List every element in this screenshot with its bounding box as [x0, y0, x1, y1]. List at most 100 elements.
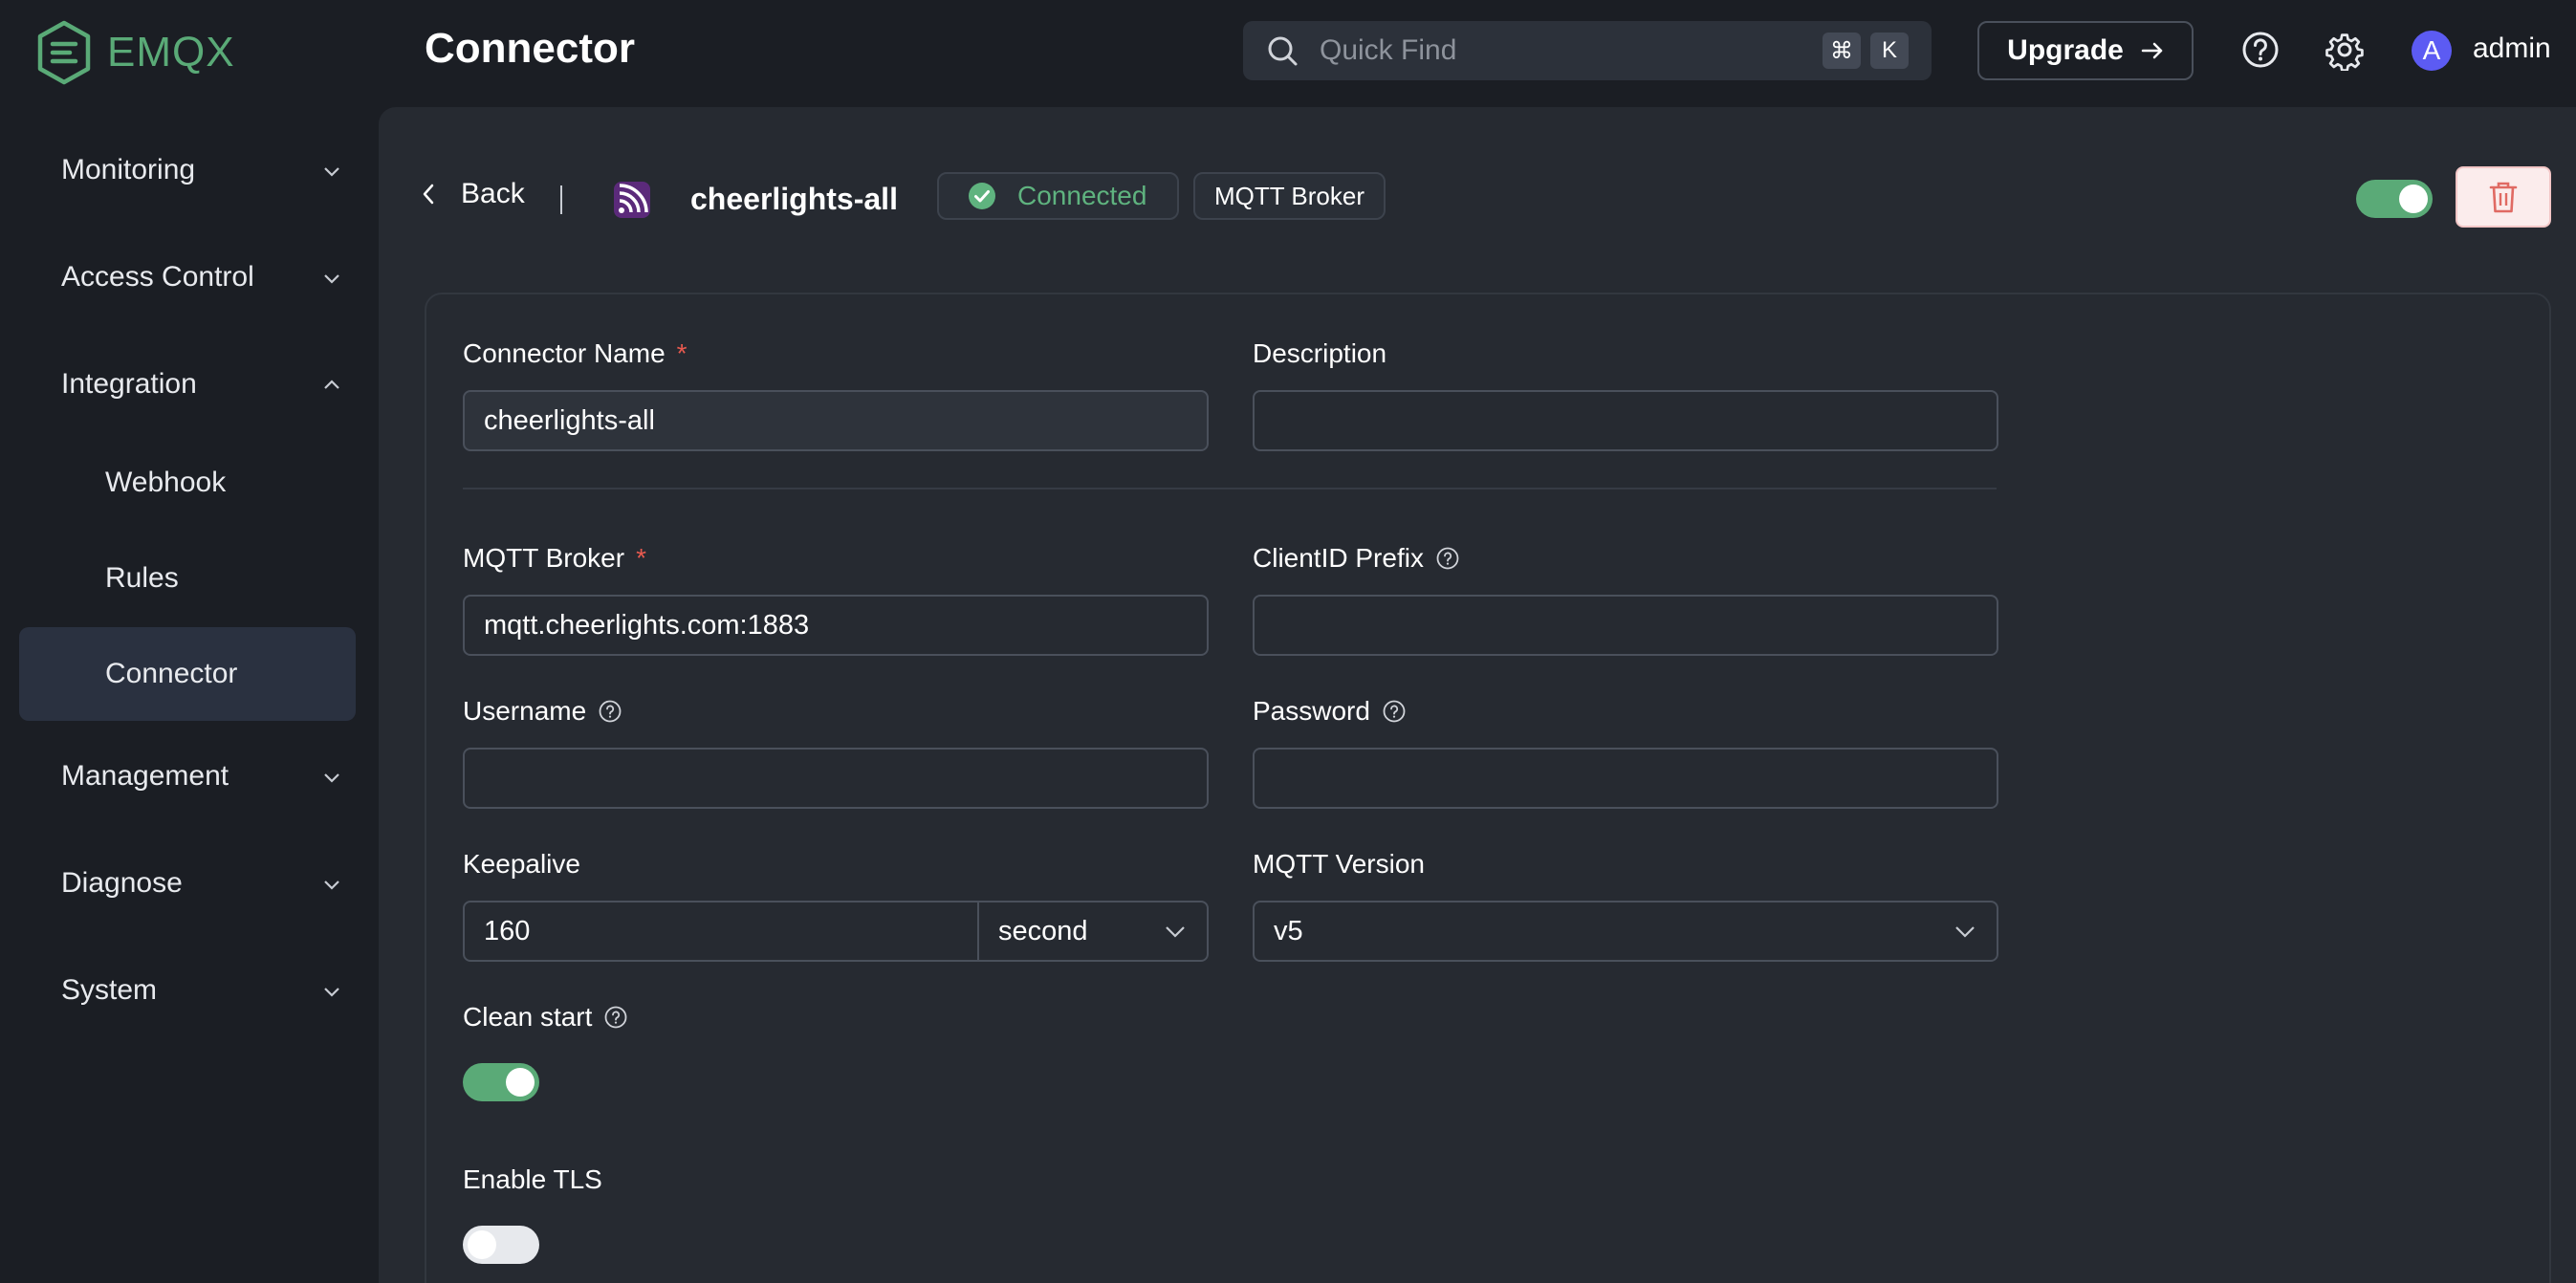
enable-tls-label: Enable TLS — [463, 1164, 602, 1195]
logo-text: EMQX — [107, 29, 235, 76]
clientid-prefix-field[interactable] — [1253, 595, 1998, 656]
connector-name-label: Connector Name * — [463, 338, 688, 369]
header-separator — [560, 185, 562, 214]
help-circle-icon[interactable] — [1435, 546, 1460, 571]
quick-find-search[interactable]: Quick Find ⌘ K — [1243, 21, 1932, 80]
upgrade-label: Upgrade — [2007, 34, 2124, 66]
search-placeholder: Quick Find — [1320, 34, 1457, 66]
help-icon[interactable] — [2239, 29, 2281, 71]
chevron-down-icon — [324, 773, 339, 783]
username[interactable]: admin — [2473, 33, 2551, 65]
search-icon — [1268, 36, 1298, 66]
help-circle-icon[interactable] — [603, 1005, 628, 1030]
toggle-knob — [506, 1068, 535, 1097]
shortcut-k-key: K — [1870, 33, 1909, 69]
sidebar: Monitoring Access Control Integration We… — [0, 107, 377, 1283]
connector-name-value: cheerlights-all — [484, 404, 655, 436]
sidebar-item-access-control[interactable]: Access Control — [19, 229, 356, 325]
status-text: Connected — [1017, 181, 1147, 210]
sidebar-item-label: System — [61, 974, 158, 1006]
mqtt-version-select[interactable]: v5 — [1253, 901, 1998, 962]
password-label: Password — [1253, 696, 1407, 727]
delete-button[interactable] — [2456, 166, 2551, 228]
sidebar-item-label: Integration — [61, 368, 197, 400]
help-circle-icon[interactable] — [598, 699, 622, 724]
sidebar-item-label: Webhook — [105, 467, 227, 498]
clientid-prefix-label: ClientID Prefix — [1253, 543, 1460, 574]
description-label: Description — [1253, 338, 1386, 369]
required-marker: * — [636, 543, 646, 573]
shortcut-cmd-key: ⌘ — [1823, 33, 1861, 69]
chevron-down-icon — [324, 988, 339, 997]
back-button[interactable]: Back — [421, 178, 525, 210]
upgrade-button[interactable]: Upgrade — [1977, 21, 2194, 80]
label-text: MQTT Version — [1253, 849, 1425, 879]
sidebar-item-label: Access Control — [61, 261, 254, 293]
connector-name-field[interactable]: cheerlights-all — [463, 390, 1209, 451]
keepalive-unit-select[interactable]: second — [977, 901, 1209, 962]
keepalive-value: 160 — [484, 915, 531, 946]
mqtt-version-label: MQTT Version — [1253, 849, 1425, 880]
sidebar-item-integration[interactable]: Integration — [19, 337, 356, 432]
chevron-up-icon — [324, 380, 339, 389]
sidebar-item-label: Rules — [105, 562, 179, 594]
trash-icon — [2489, 182, 2518, 213]
clean-start-label: Clean start — [463, 1002, 628, 1033]
connector-form: Connector Name * cheerlights-all Descrip… — [425, 293, 2551, 1283]
sidebar-item-rules[interactable]: Rules — [19, 532, 356, 625]
back-label: Back — [461, 178, 525, 209]
mqtt-version-value: v5 — [1274, 915, 1303, 946]
avatar[interactable]: A — [2412, 31, 2452, 71]
chevron-down-icon — [324, 274, 339, 284]
help-circle-icon[interactable] — [1382, 699, 1407, 724]
detail-header: Back cheerlights-all Connected MQTT Brok… — [379, 164, 2576, 233]
check-circle-icon — [969, 183, 995, 209]
connector-type-badge: MQTT Broker — [1193, 172, 1386, 220]
mqtt-broker-label: MQTT Broker * — [463, 543, 646, 574]
description-field[interactable] — [1253, 390, 1998, 451]
enable-tls-toggle[interactable] — [463, 1226, 539, 1264]
sidebar-item-connector[interactable]: Connector — [19, 627, 356, 721]
clean-start-toggle[interactable] — [463, 1063, 539, 1101]
label-text: Description — [1253, 338, 1387, 368]
password-field[interactable] — [1253, 748, 1998, 809]
sidebar-item-management[interactable]: Management — [19, 728, 356, 824]
chevron-down-icon — [324, 881, 339, 890]
top-bar: EMQX Connector Quick Find ⌘ K Upgrade A … — [0, 0, 2576, 107]
main-content: Back cheerlights-all Connected MQTT Brok… — [379, 107, 2576, 1283]
toggle-knob — [2399, 185, 2428, 213]
sidebar-item-label: Monitoring — [61, 154, 196, 185]
mqtt-broker-value: mqtt.cheerlights.com:1883 — [484, 609, 810, 641]
connector-title: cheerlights-all — [690, 182, 898, 216]
status-badge: Connected — [937, 172, 1180, 220]
logo[interactable]: EMQX — [34, 19, 235, 86]
sidebar-item-webhook[interactable]: Webhook — [19, 436, 356, 530]
mqtt-broker-field[interactable]: mqtt.cheerlights.com:1883 — [463, 595, 1209, 656]
label-text: Connector Name — [463, 338, 666, 368]
app-root: EMQX Connector Quick Find ⌘ K Upgrade A … — [0, 0, 2576, 1283]
sidebar-item-label: Connector — [105, 658, 238, 689]
toggle-knob — [468, 1230, 496, 1259]
page-title: Connector — [425, 25, 635, 72]
chevron-down-icon — [1166, 926, 1185, 938]
mqtt-broker-icon — [614, 182, 650, 218]
enable-connector-toggle[interactable] — [2356, 180, 2433, 218]
sidebar-item-label: Management — [61, 760, 229, 792]
sidebar-item-diagnose[interactable]: Diagnose — [19, 836, 356, 931]
label-text: Enable TLS — [463, 1164, 602, 1194]
chevron-down-icon — [324, 167, 339, 177]
chevron-down-icon — [1955, 926, 1975, 938]
sidebar-item-monitoring[interactable]: Monitoring — [19, 122, 356, 218]
label-text: Username — [463, 696, 587, 726]
sidebar-item-label: Diagnose — [61, 867, 183, 899]
keepalive-unit-value: second — [998, 915, 1088, 946]
required-marker: * — [676, 338, 688, 368]
keepalive-field[interactable]: 160 — [463, 901, 979, 962]
sidebar-item-system[interactable]: System — [19, 943, 356, 1038]
username-label: Username — [463, 696, 622, 727]
settings-gear-icon[interactable] — [2324, 29, 2366, 71]
keepalive-label: Keepalive — [463, 849, 580, 880]
emqx-logo-icon — [37, 20, 91, 85]
label-text: ClientID Prefix — [1253, 543, 1424, 573]
username-field[interactable] — [463, 748, 1209, 809]
